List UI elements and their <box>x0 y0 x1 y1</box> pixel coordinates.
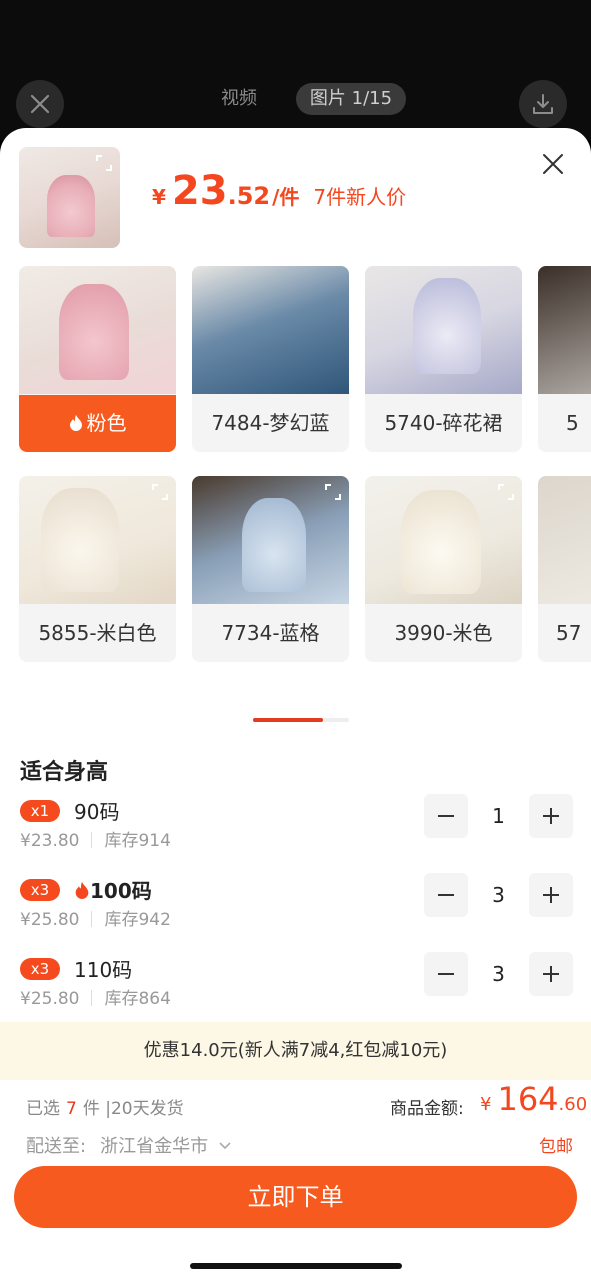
size-stock: 库存942 <box>104 910 171 930</box>
size-name: 100码 <box>74 875 152 904</box>
size-row: x3 100码 ¥25.80 库存942 3 <box>0 873 591 949</box>
variant-label: 5 <box>566 411 579 435</box>
divider <box>91 990 93 1006</box>
variant-card[interactable]: 5 <box>538 266 591 452</box>
variant-card[interactable]: 5740-碎花裙 <box>365 266 522 452</box>
decrease-button[interactable] <box>424 873 468 917</box>
total-price: ¥164.60 <box>480 1080 588 1118</box>
tab-video[interactable]: 视频 <box>221 83 257 115</box>
close-sheet-button[interactable] <box>541 152 565 176</box>
fire-icon <box>69 415 82 431</box>
qty-badge: x3 <box>20 879 60 901</box>
size-name: 110码 <box>74 958 133 982</box>
size-row: x3 110码 ¥25.80 库存864 3 <box>0 952 591 1028</box>
size-meta: ¥23.80 库存914 <box>20 826 171 851</box>
variant-card[interactable]: 7734-蓝格 <box>192 476 349 662</box>
minus-icon <box>438 894 454 896</box>
size-row: x1 90码 ¥23.80 库存914 1 <box>0 794 591 870</box>
variant-image <box>538 266 591 394</box>
price-unit: /件 <box>272 185 300 209</box>
decrease-button[interactable] <box>424 794 468 838</box>
expand-icon <box>96 155 112 171</box>
quantity-value[interactable]: 1 <box>468 794 529 838</box>
size-price: ¥23.80 <box>20 831 80 851</box>
fire-icon <box>75 882 89 899</box>
size-price: ¥25.80 <box>20 989 80 1009</box>
variant-card[interactable]: 7484-梦幻蓝 <box>192 266 349 452</box>
expand-icon <box>498 484 514 500</box>
minus-icon <box>438 815 454 817</box>
variant-grid: 粉色 7484-梦幻蓝 5740-碎花裙 5 5855-米白色 7734-蓝格 … <box>0 266 591 706</box>
variant-image <box>365 266 522 394</box>
variant-image <box>19 266 176 394</box>
divider <box>91 911 93 927</box>
selected-count: 7 <box>66 1099 77 1119</box>
price-integer: 23 <box>171 168 228 214</box>
plus-icon <box>543 966 559 982</box>
chevron-down-icon <box>219 1142 231 1150</box>
variant-label: 5855-米白色 <box>38 621 157 645</box>
variant-label: 7484-梦幻蓝 <box>211 411 330 435</box>
unit-price: ¥ 23 .52 /件 7件新人价 <box>152 168 406 214</box>
sku-selector-sheet: ¥ 23 .52 /件 7件新人价 粉色 7484-梦幻蓝 5740-碎花裙 5… <box>0 128 591 1280</box>
size-stock: 库存914 <box>104 831 171 851</box>
place-order-button[interactable]: 立即下单 <box>14 1166 577 1228</box>
expand-icon <box>325 484 341 500</box>
close-icon <box>30 94 50 114</box>
variant-card[interactable]: 3990-米色 <box>365 476 522 662</box>
variant-label: 5740-碎花裙 <box>384 411 503 435</box>
expand-icon <box>152 484 168 500</box>
scroll-indicator <box>253 718 349 722</box>
variant-card[interactable]: 57 <box>538 476 591 662</box>
qty-badge: x3 <box>20 958 60 980</box>
variant-label: 粉色 <box>19 395 176 452</box>
qty-badge: x1 <box>20 800 60 822</box>
tab-image[interactable]: 图片 1/15 <box>296 83 406 115</box>
dress-image <box>47 175 95 237</box>
quantity-stepper: 1 <box>424 794 573 838</box>
increase-button[interactable] <box>529 952 573 996</box>
size-meta: ¥25.80 库存864 <box>20 984 171 1009</box>
increase-button[interactable] <box>529 873 573 917</box>
plus-icon <box>543 887 559 903</box>
quantity-value[interactable]: 3 <box>468 952 529 996</box>
product-thumbnail[interactable] <box>19 147 120 248</box>
download-button[interactable] <box>519 80 567 128</box>
home-indicator <box>190 1263 402 1269</box>
total-label: 商品金额: <box>390 1099 464 1119</box>
price-symbol: ¥ <box>152 185 166 209</box>
quantity-stepper: 3 <box>424 873 573 917</box>
ship-address: 浙江省金华市 <box>100 1136 209 1157</box>
variant-label: 3990-米色 <box>394 621 493 645</box>
size-meta: ¥25.80 库存942 <box>20 905 171 930</box>
price-decimal: .52 <box>227 182 271 210</box>
viewer-close-button[interactable] <box>16 80 64 128</box>
quantity-value[interactable]: 3 <box>468 873 529 917</box>
size-price: ¥25.80 <box>20 910 80 930</box>
decrease-button[interactable] <box>424 952 468 996</box>
selected-count-text: 已选 7 件 |20天发货 <box>26 1099 184 1119</box>
plus-icon <box>543 808 559 824</box>
increase-button[interactable] <box>529 794 573 838</box>
section-title-height: 适合身高 <box>20 760 109 785</box>
media-viewer-bar: 视频 图片 1/15 <box>0 0 591 140</box>
download-icon <box>533 94 553 114</box>
ship-to-selector[interactable]: 配送至: 浙江省金华市 <box>26 1132 232 1158</box>
promo-banner: 优惠14.0元(新人满7减4,红包减10元) <box>0 1022 591 1080</box>
sheet-header: ¥ 23 .52 /件 7件新人价 <box>0 128 591 266</box>
variant-label: 57 <box>556 621 582 645</box>
variant-label: 7734-蓝格 <box>221 621 320 645</box>
free-shipping-label: 包邮 <box>539 1137 573 1157</box>
quantity-stepper: 3 <box>424 952 573 996</box>
variant-image <box>192 266 349 394</box>
variant-card[interactable]: 粉色 <box>19 266 176 452</box>
variant-image <box>538 476 591 604</box>
minus-icon <box>438 973 454 975</box>
variant-card[interactable]: 5855-米白色 <box>19 476 176 662</box>
ship-label: 配送至: <box>26 1136 87 1157</box>
divider <box>91 832 93 848</box>
size-stock: 库存864 <box>104 989 171 1009</box>
new-user-price-note: 7件新人价 <box>313 185 407 209</box>
size-name: 90码 <box>74 800 120 824</box>
